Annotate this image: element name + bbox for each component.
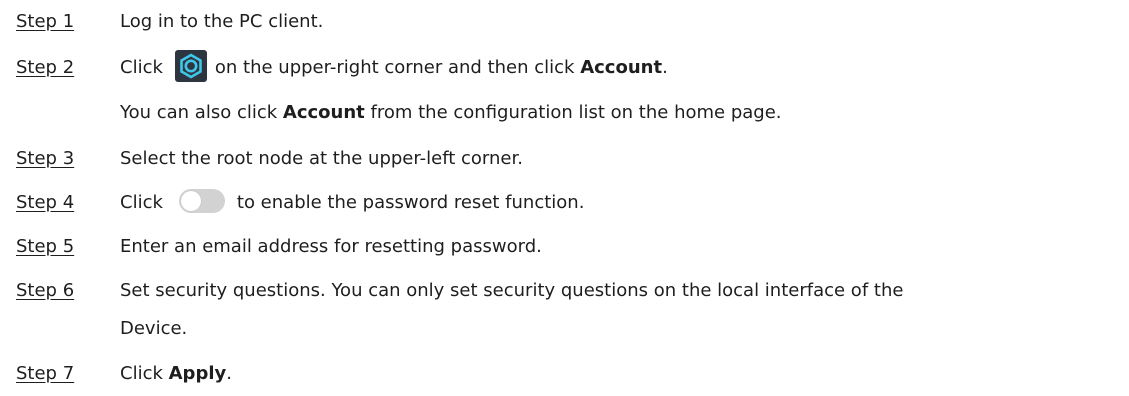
step-text: Click Apply. — [120, 355, 1120, 393]
step-text: You can also click Account from the conf… — [120, 94, 1120, 132]
step-text-suffix: to enable the password reset function. — [236, 192, 585, 213]
step-text: Click on the upper-right corner and then… — [120, 49, 1120, 87]
step-label: Step 2 — [16, 57, 75, 78]
step-text-prefix: Click — [120, 363, 163, 384]
step-text: Log in to the PC client. — [120, 11, 324, 32]
step-label: Step 6 — [16, 280, 75, 301]
gear-icon — [174, 50, 207, 82]
continuation-prefix: You can also click — [120, 102, 278, 123]
continuation-suffix: from the configuration list on the home … — [370, 102, 782, 123]
step-text-line-1: Set security questions. You can only set… — [120, 280, 904, 301]
step-text-suffix: . — [662, 57, 668, 78]
step-text-suffix: . — [226, 363, 232, 384]
step-text: Select the root node at the upper-left c… — [120, 148, 523, 169]
step-text-line-2: Device. — [120, 318, 188, 339]
step-text: Set security questions. You can only set… — [120, 272, 1120, 348]
toggle-knob — [180, 191, 201, 211]
step-label: Step 7 — [16, 363, 75, 384]
step-label: Step 4 — [16, 192, 75, 213]
step-text: Click to enable the password reset functi… — [120, 184, 1120, 222]
apply-emphasis: Apply — [168, 363, 227, 384]
step-label: Step 5 — [16, 236, 75, 257]
step-text-prefix: Click — [120, 57, 163, 78]
step-text-prefix: Click — [120, 192, 163, 213]
step-text: Enter an email address for resetting pas… — [120, 236, 542, 257]
account-emphasis: Account — [580, 57, 663, 78]
step-label: Step 1 — [16, 11, 75, 32]
step-text-middle: on the upper-right corner and then click — [214, 57, 575, 78]
step-label: Step 3 — [16, 148, 75, 169]
toggle-switch-icon — [178, 189, 225, 213]
account-emphasis: Account — [282, 102, 365, 123]
